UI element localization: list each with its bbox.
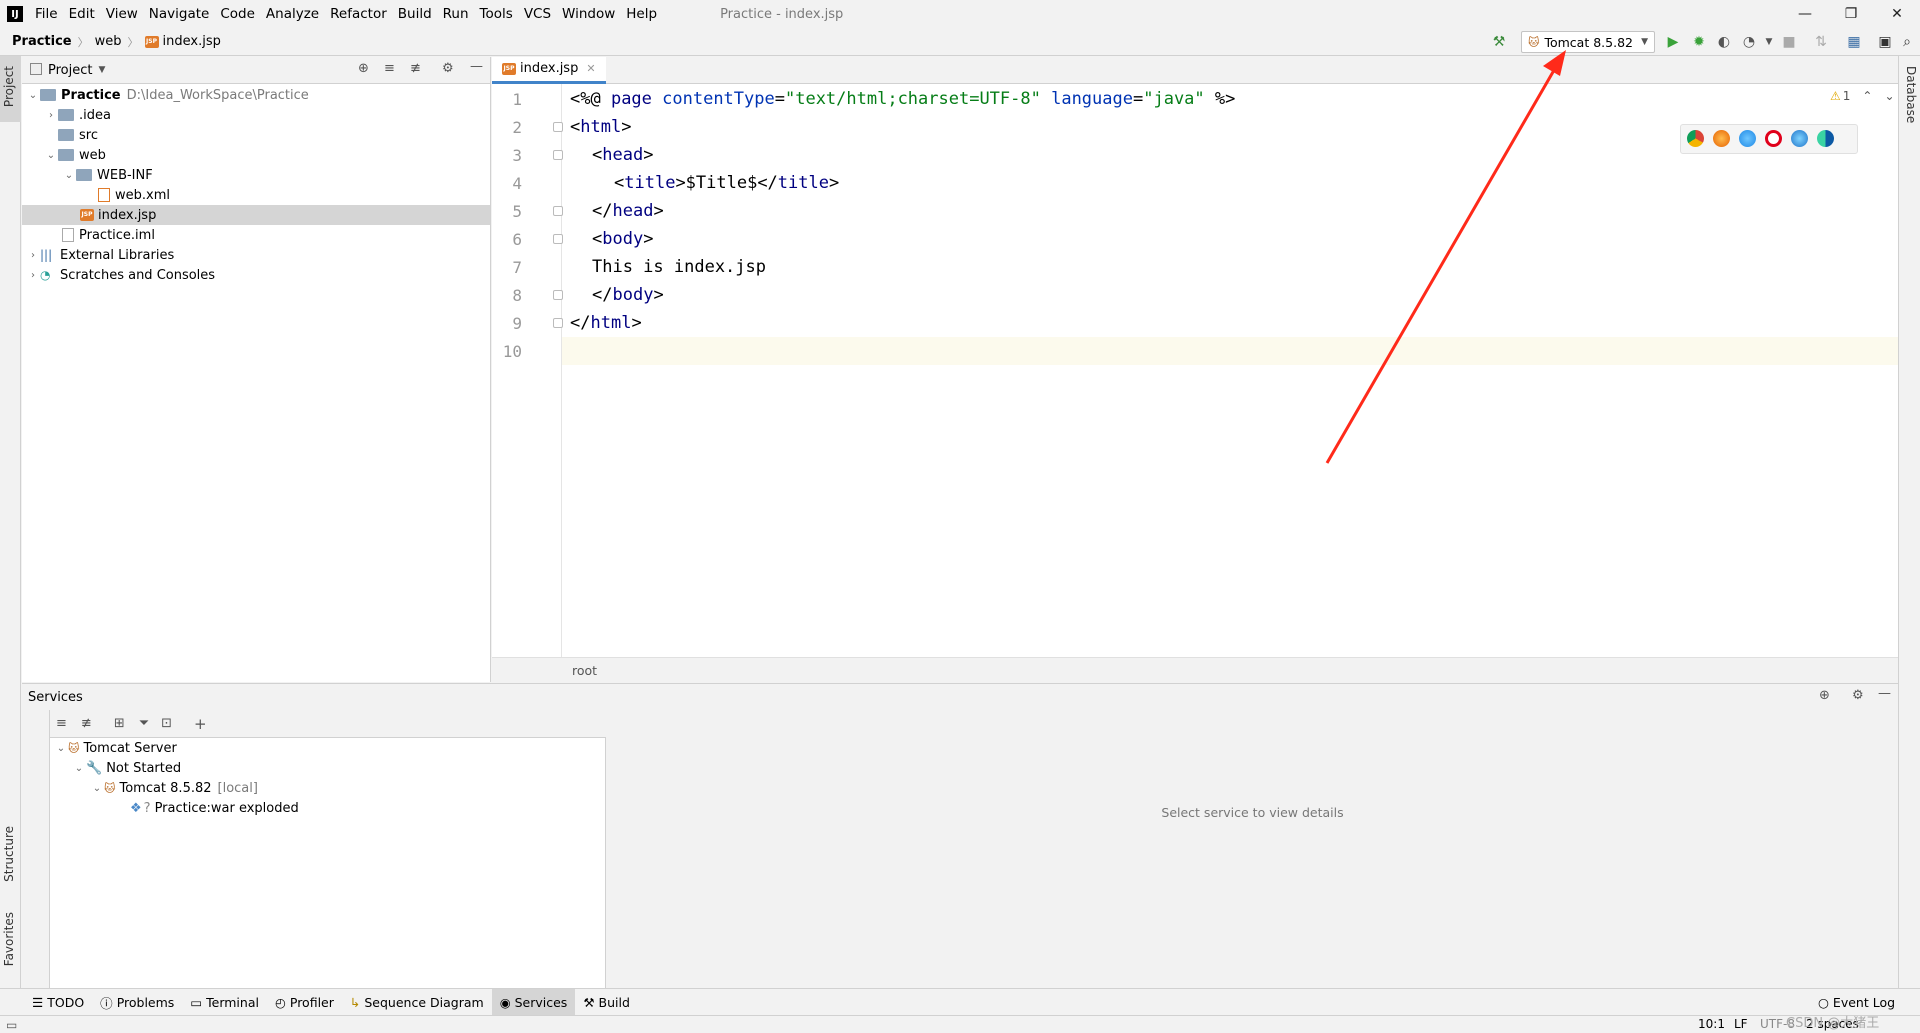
- caret-position[interactable]: 10:1: [1698, 1017, 1725, 1031]
- build-icon: ⚒: [583, 994, 595, 1010]
- watermark: CSDN @大猪王: [1786, 1016, 1880, 1031]
- filter-icon[interactable]: ⏷: [139, 716, 149, 731]
- wrench-icon: 🔧: [86, 760, 103, 776]
- tab-sequence-diagram[interactable]: ↳ Sequence Diagram: [342, 989, 492, 1016]
- bottom-tool-bar: ☰ TODO ⓘ Problems ▭ Terminal ◴ Profiler ↳ Seq…: [0, 988, 1920, 1016]
- service-tomcat-server[interactable]: ⌄ 🐱 Tomcat Server: [50, 738, 605, 758]
- services-icon: ◉: [499, 994, 511, 1010]
- line-separator[interactable]: LF: [1734, 1017, 1748, 1031]
- services-tree: ⌄ 🐱 Tomcat Server ⌄ 🔧 Not Started ⌄ 🐱 To…: [50, 738, 606, 988]
- gear-icon[interactable]: ⚙: [1852, 688, 1864, 703]
- service-not-started[interactable]: ⌄ 🔧 Not Started: [50, 758, 605, 778]
- services-panel-header: Services ⊕ ⚙ —: [22, 683, 1898, 710]
- tab-label: Terminal: [206, 994, 259, 1010]
- unknown-status-icon: ?: [143, 800, 151, 816]
- service-tomcat-local[interactable]: ⌄ 🐱 Tomcat 8.5.82 [local]: [50, 778, 605, 798]
- tab-label: Sequence Diagram: [364, 994, 484, 1010]
- services-empty-hint: Select service to view details: [1161, 805, 1344, 820]
- tree-item-label: Tomcat Server: [83, 740, 177, 756]
- problems-icon: ⓘ: [100, 995, 113, 1011]
- tab-label: Event Log: [1832, 994, 1896, 1010]
- services-title: Services: [28, 689, 83, 705]
- service-artifact[interactable]: ❖ ? Practice:war exploded: [50, 798, 605, 818]
- tab-label: Profiler: [289, 994, 334, 1010]
- new-tab-icon[interactable]: ⊡: [161, 716, 172, 731]
- tab-profiler[interactable]: ◴ Profiler: [267, 989, 342, 1016]
- tab-terminal[interactable]: ▭ Terminal: [182, 989, 267, 1016]
- expand-all-icon[interactable]: ≡: [56, 716, 67, 731]
- services-detail-pane: Select service to view details: [607, 710, 1898, 988]
- tab-problems[interactable]: ⓘ Problems: [92, 989, 182, 1016]
- tab-label: Build: [598, 994, 630, 1010]
- tomcat-icon: 🐱: [68, 741, 80, 755]
- todo-icon: ☰: [32, 994, 44, 1010]
- tree-item-label: Tomcat 8.5.82: [119, 780, 212, 796]
- tomcat-icon: 🐱: [104, 781, 116, 795]
- tab-build[interactable]: ⚒ Build: [575, 989, 638, 1016]
- tree-item-label: Practice:war exploded: [154, 800, 299, 816]
- layout-toggle-icon[interactable]: ▭: [6, 1018, 17, 1032]
- artifact-icon: ❖: [130, 800, 142, 816]
- collapse-all-icon[interactable]: ≢: [81, 716, 92, 731]
- arrow-head: [1543, 50, 1566, 76]
- group-by-icon[interactable]: ⊞: [114, 716, 125, 731]
- hide-panel-icon[interactable]: —: [1878, 686, 1891, 701]
- tab-label: TODO: [47, 994, 85, 1010]
- status-bar: ▭ 10:1 LF UTF-8 2 spaces CSDN @大猪王: [0, 1015, 1920, 1033]
- terminal-icon: ▭: [190, 994, 203, 1010]
- profiler-icon: ◴: [274, 994, 286, 1010]
- tab-services[interactable]: ◉ Services: [491, 988, 576, 1016]
- chevron-down-icon: ⌄: [56, 742, 66, 754]
- tab-label: Services: [514, 994, 568, 1010]
- add-service-icon[interactable]: +: [194, 715, 207, 733]
- services-side-toolbar: [22, 710, 50, 988]
- tab-label: Problems: [116, 994, 175, 1010]
- services-toolbar: ≡ ≢ ⊞ ⏷ ⊡ +: [50, 710, 606, 738]
- chevron-down-icon: ⌄: [92, 782, 102, 794]
- tab-todo[interactable]: ☰ TODO: [24, 989, 92, 1016]
- event-log-icon: ○: [1818, 994, 1829, 1010]
- arrow-shaft: [1325, 64, 1559, 464]
- chevron-down-icon: ⌄: [74, 762, 84, 774]
- locate-icon[interactable]: ⊕: [1819, 688, 1830, 703]
- tree-item-hint: [local]: [217, 780, 258, 796]
- tree-item-label: Not Started: [106, 760, 182, 776]
- sequence-diagram-icon: ↳: [349, 994, 361, 1010]
